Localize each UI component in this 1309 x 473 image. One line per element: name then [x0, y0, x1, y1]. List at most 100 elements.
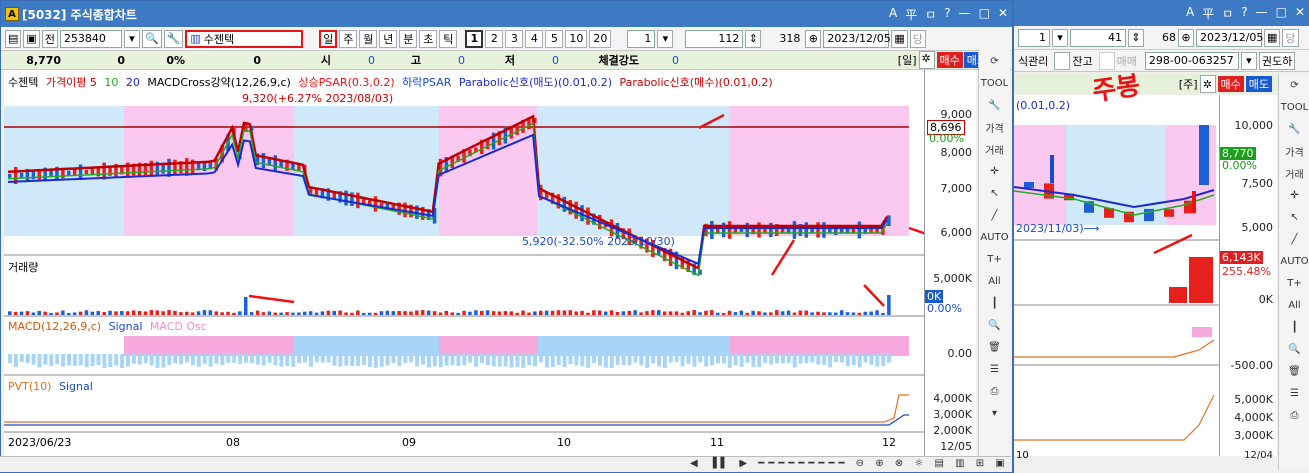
interval-input[interactable]: 1	[627, 29, 656, 48]
chart-area[interactable]: 수젠텍 가격이평 5 10 20 MACDCross강약(12,26,9,c) …	[4, 70, 945, 457]
right-text-tool[interactable]: T+	[1279, 272, 1309, 294]
right-spin-icon[interactable]: ⇕	[1128, 28, 1144, 47]
zoom-icon[interactable]: 🔍	[979, 314, 1010, 336]
right-line-icon[interactable]: ╱	[1279, 228, 1309, 250]
right-link-button[interactable]: ㅁ	[1222, 5, 1233, 22]
scroll-bar[interactable]: ◀ ▐▌ ▶ ━━━━━━━━━ ⊖ ⊕ ⊗ ☼ ▤ ▥ ⊞ ▣	[0, 456, 1011, 472]
period-tick-button[interactable]: 틱	[439, 29, 458, 48]
pointer-icon[interactable]: ↖	[979, 182, 1010, 204]
trash-icon[interactable]: 🗑	[979, 336, 1010, 358]
right-wrench-icon[interactable]: 🔧	[1279, 118, 1309, 140]
pin-button[interactable]: 平	[905, 6, 917, 23]
right-chart-area[interactable]: (0.01,0.2) 2023/11/03)⟶ 10	[1013, 95, 1219, 461]
right-list-icon[interactable]: ☰	[1279, 382, 1309, 404]
buy-button[interactable]: 매수	[936, 52, 963, 68]
multiplier-4-button[interactable]: 4	[525, 29, 544, 48]
right-volume-tool[interactable]: 거래	[1279, 162, 1309, 184]
period-minute-button[interactable]: 분	[399, 29, 418, 48]
list-icon[interactable]: ☰	[979, 358, 1010, 380]
line-icon[interactable]: ╱	[979, 204, 1010, 226]
spin-icon[interactable]: ⇕	[745, 29, 762, 48]
account-select[interactable]: 298-00-063257	[1144, 51, 1239, 70]
right-pointer-icon[interactable]: ↖	[1279, 206, 1309, 228]
current-button[interactable]: 당	[909, 29, 926, 48]
maemae-checkbox[interactable]	[1098, 51, 1115, 70]
zoom-plus-icon[interactable]: ⊕	[805, 29, 822, 48]
period-week-button[interactable]: 주	[339, 29, 358, 48]
stock-code-input[interactable]: 253840	[59, 29, 122, 48]
period-day-button[interactable]: 일	[319, 29, 338, 48]
right-calendar-icon[interactable]: ▦	[1264, 28, 1281, 47]
dropdown-icon[interactable]: ▾	[123, 29, 140, 48]
link-button[interactable]: ㅁ	[925, 6, 936, 23]
font-button[interactable]: A	[889, 6, 897, 23]
scroll-down-icon[interactable]: ▾	[979, 402, 1010, 424]
period-month-button[interactable]: 월	[359, 29, 378, 48]
stock-name-field[interactable]: ▥ 수젠텍	[185, 29, 304, 48]
right-buy-button[interactable]: 매수	[1217, 76, 1244, 92]
calendar-icon[interactable]: ▦	[891, 29, 908, 48]
right-zoom-icon-2[interactable]: 🔍	[1279, 338, 1309, 360]
right-auto-tool[interactable]: AUTO	[1279, 250, 1309, 272]
wrench-tool-icon[interactable]: 🔧	[979, 94, 1010, 116]
account-owner[interactable]: 권도하	[1258, 51, 1296, 70]
auto-tool[interactable]: AUTO	[979, 226, 1010, 248]
right-interval-input[interactable]: 1	[1018, 28, 1050, 47]
all-tool[interactable]: All	[979, 270, 1010, 292]
chart-svg[interactable]	[4, 70, 945, 457]
right-font-button[interactable]: A	[1186, 5, 1194, 22]
right-tool-label[interactable]: TOOL	[1279, 96, 1309, 118]
right-count-input[interactable]: 41	[1070, 28, 1126, 47]
right-current-button[interactable]: 당	[1282, 28, 1299, 47]
volume-tool[interactable]: 거래	[979, 138, 1010, 160]
right-arrow-icon[interactable]: ⟳	[1279, 74, 1309, 96]
right-cross-icon[interactable]: ✛	[1279, 184, 1309, 206]
right-trash-icon[interactable]: 🗑	[1279, 360, 1309, 382]
right-all-tool[interactable]: All	[1279, 294, 1309, 316]
wrench-icon[interactable]: 🔧	[163, 29, 184, 48]
playback-icons[interactable]: ◀ ▐▌ ▶ ━━━━━━━━━ ⊖ ⊕ ⊗ ☼ ▤ ▥ ⊞ ▣	[690, 458, 1009, 469]
right-zoom-icon[interactable]: ⊕	[1178, 28, 1194, 47]
period-second-button[interactable]: 초	[419, 29, 438, 48]
jeon-button[interactable]: 전	[41, 29, 58, 48]
multiplier-2-button[interactable]: 2	[485, 29, 504, 48]
right-sell-button[interactable]: 매도	[1245, 76, 1272, 92]
jango-checkbox[interactable]	[1054, 51, 1071, 70]
multiplier-10-button[interactable]: 10	[565, 29, 588, 48]
gear-icon[interactable]: ✲	[918, 51, 935, 69]
account-dropdown-icon[interactable]: ▾	[1240, 51, 1257, 70]
right-close-button[interactable]: ✕	[1295, 5, 1305, 22]
maximize-button[interactable]: □	[979, 6, 990, 23]
minimize-button[interactable]: —	[959, 6, 971, 23]
right-pin-button[interactable]: 平	[1202, 5, 1214, 22]
multiplier-3-button[interactable]: 3	[505, 29, 524, 48]
candle-icon[interactable]: ┃	[979, 292, 1010, 314]
interval-dropdown-icon[interactable]: ▾	[657, 29, 674, 48]
right-gear-icon[interactable]: ✲	[1199, 75, 1216, 93]
right-help-button[interactable]: ?	[1241, 5, 1247, 22]
count-input[interactable]: 112	[685, 29, 744, 48]
multiplier-1-button[interactable]: 1	[465, 29, 484, 48]
period-year-button[interactable]: 년	[379, 29, 398, 48]
search-icon[interactable]: 🔍	[141, 29, 162, 48]
help-button[interactable]: ?	[944, 6, 950, 23]
multiplier-20-button[interactable]: 20	[589, 29, 612, 48]
tool-label[interactable]: TOOL	[979, 72, 1010, 94]
save-icon[interactable]: ▣	[23, 29, 40, 48]
right-date-input[interactable]: 2023/12/05	[1196, 28, 1263, 47]
multiplier-5-button[interactable]: 5	[545, 29, 564, 48]
arrow-icon[interactable]: ⟳	[979, 50, 1010, 72]
right-print-icon[interactable]: ⎙	[1279, 404, 1309, 426]
print-icon[interactable]: ⎙	[979, 380, 1010, 402]
text-tool[interactable]: T+	[979, 248, 1010, 270]
right-maximize-button[interactable]: □	[1276, 5, 1287, 22]
right-price-tool[interactable]: 가격	[1279, 140, 1309, 162]
cross-icon[interactable]: ✛	[979, 160, 1010, 182]
right-chart-svg[interactable]	[1013, 95, 1219, 456]
close-button[interactable]: ✕	[998, 6, 1008, 23]
right-minimize-button[interactable]: —	[1256, 5, 1268, 22]
price-tool[interactable]: 가격	[979, 116, 1010, 138]
right-candle-icon[interactable]: ┃	[1279, 316, 1309, 338]
date-input[interactable]: 2023/12/05	[823, 29, 891, 48]
right-dropdown-icon[interactable]: ▾	[1052, 28, 1068, 47]
